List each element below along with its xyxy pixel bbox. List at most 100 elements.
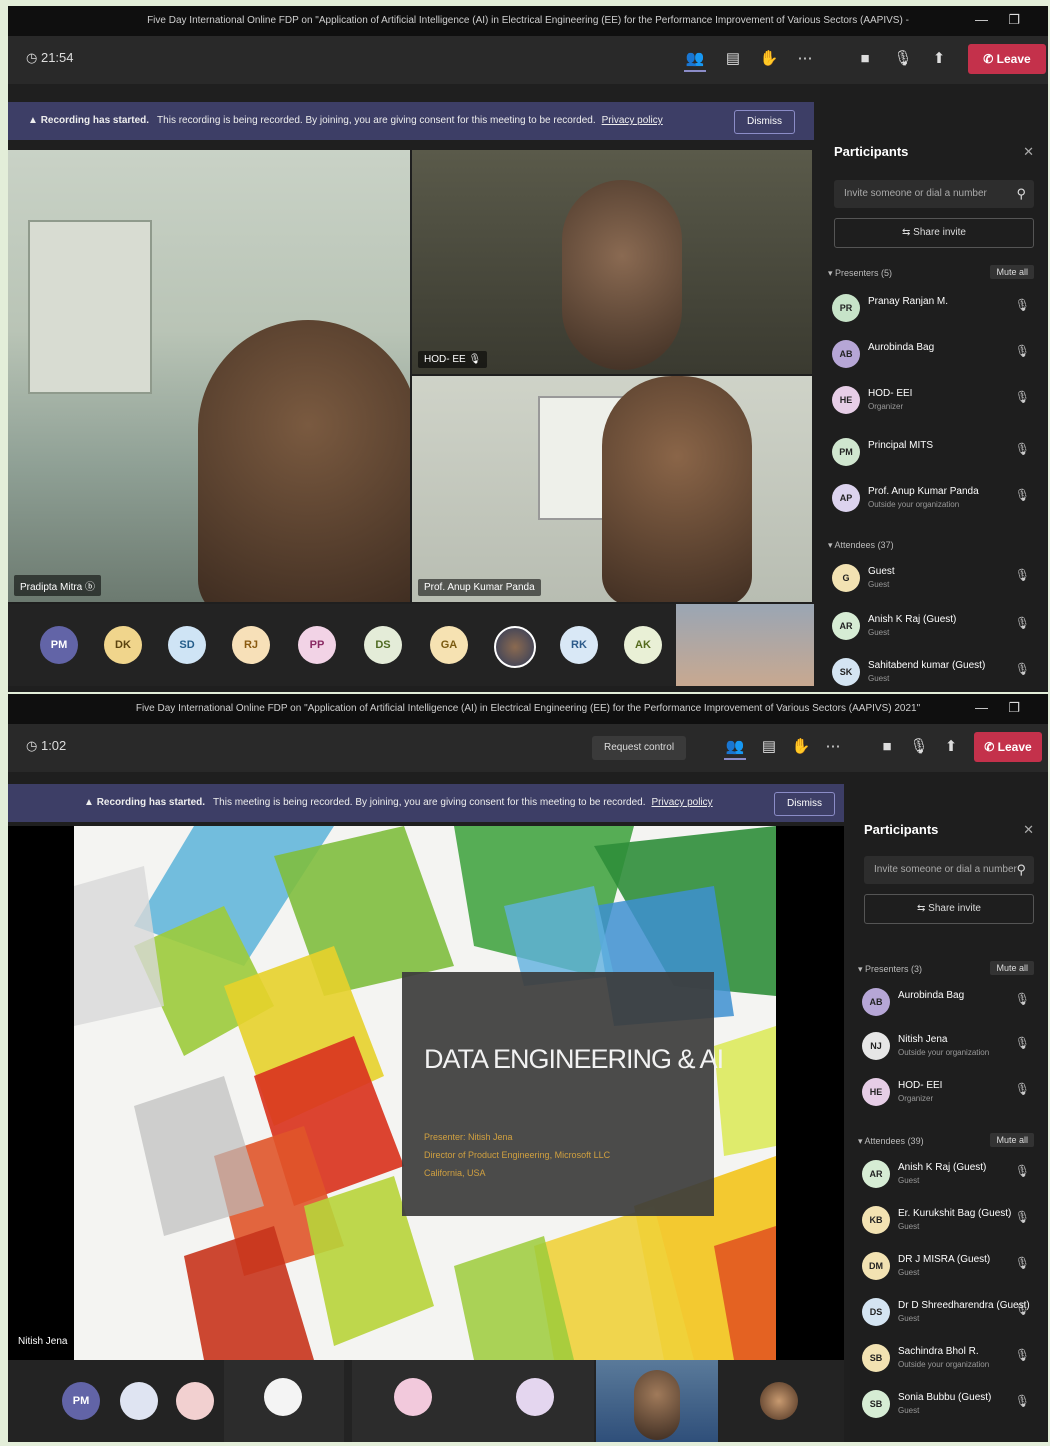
participant-row[interactable]: KB Er. Kurukshit Bag (Guest) Guest 🎙: [862, 1202, 1034, 1242]
participant-video-tile[interactable]: [352, 1360, 478, 1442]
dismiss-button[interactable]: Dismiss: [774, 792, 835, 816]
raise-hand-icon[interactable]: ✋: [758, 48, 780, 70]
participant-row[interactable]: HE HOD- EEI Organizer 🎙: [832, 382, 1034, 422]
participant-avatar[interactable]: PM: [62, 1382, 100, 1420]
participants-icon[interactable]: 👥: [724, 736, 746, 760]
microphone-icon: 🎙: [1014, 1348, 1030, 1362]
participant-avatar: SB: [862, 1390, 890, 1418]
participant-avatar: DS: [862, 1298, 890, 1326]
participant-row[interactable]: AP Prof. Anup Kumar Panda Outside your o…: [832, 480, 1034, 520]
window-title: Five Day International Online FDP on "Ap…: [147, 15, 909, 26]
self-view-video[interactable]: [676, 604, 814, 686]
participant-avatar[interactable]: GA: [430, 626, 468, 664]
privacy-policy-link[interactable]: Privacy policy: [652, 797, 713, 808]
video-tile-speaker[interactable]: Pradipta Mitra ⓑ: [8, 150, 410, 602]
close-icon[interactable]: ✕: [1023, 822, 1034, 838]
dismiss-button[interactable]: Dismiss: [734, 110, 795, 134]
participant-row[interactable]: PR Pranay Ranjan M. 🎙: [832, 290, 1034, 330]
microphone-icon[interactable]: 🎙: [892, 48, 914, 70]
participant-row[interactable]: NJ Nitish Jena Outside your organization…: [862, 1028, 1034, 1068]
participant-avatar[interactable]: PP: [298, 626, 336, 664]
participant-row[interactable]: PM Principal MITS 🎙: [832, 434, 1034, 474]
attendees-section-header[interactable]: ▾ Attendees (37): [828, 540, 1034, 551]
participant-row[interactable]: AR Anish K Raj (Guest) Guest 🎙: [832, 608, 1034, 648]
participant-silhouette: [198, 320, 410, 602]
participant-row[interactable]: HE HOD- EEI Organizer 🎙: [862, 1074, 1034, 1114]
participants-panel: Participants ✕ Invite someone or dial a …: [820, 84, 1048, 692]
participant-name: HOD- EEI: [868, 388, 913, 399]
participant-avatar[interactable]: RJ: [232, 626, 270, 664]
minimize-icon[interactable]: —: [975, 12, 988, 27]
maximize-icon[interactable]: ❐: [1008, 700, 1020, 716]
slide-subtitle-line: Presenter: Nitish Jena: [424, 1132, 513, 1142]
participant-name: Er. Kurukshit Bag (Guest): [898, 1208, 1012, 1219]
mute-all-button[interactable]: Mute all: [990, 961, 1034, 975]
close-icon[interactable]: ✕: [1023, 144, 1034, 160]
participant-row[interactable]: SK Sahitabend kumar (Guest) Guest 🎙: [832, 654, 1034, 692]
leave-button[interactable]: ✆ Leave: [974, 732, 1042, 762]
microphone-icon: 🎙: [1014, 1302, 1030, 1316]
microphone-icon: 🎙: [1014, 662, 1030, 676]
presenters-section-header[interactable]: ▾ Presenters (3) Mute all: [858, 961, 1034, 975]
participants-icon[interactable]: 👥: [684, 48, 706, 72]
recording-banner: ▲ Recording has started. This recording i…: [8, 102, 814, 140]
privacy-policy-link[interactable]: Privacy policy: [602, 115, 663, 126]
attendees-section-header[interactable]: ▾ Attendees (39) Mute all: [858, 1133, 1034, 1147]
participant-avatar[interactable]: RK: [560, 626, 598, 664]
raise-hand-icon[interactable]: ✋: [790, 736, 812, 758]
self-view-video[interactable]: [596, 1360, 718, 1442]
mute-all-button[interactable]: Mute all: [990, 265, 1034, 279]
more-options-icon[interactable]: ⋯: [822, 736, 844, 758]
share-invite-button[interactable]: ⇆ Share invite: [864, 894, 1034, 924]
participant-video-tile[interactable]: [224, 1360, 344, 1442]
presenters-section-header[interactable]: ▾ Presenters (5) Mute all: [828, 265, 1034, 279]
participant-avatar: PR: [832, 294, 860, 322]
participant-role: Outside your organization: [898, 1048, 990, 1057]
share-screen-icon[interactable]: ⬆: [928, 48, 950, 70]
camera-icon[interactable]: ■: [854, 48, 876, 70]
participant-role: Guest: [898, 1176, 920, 1185]
participant-photo-avatar[interactable]: [494, 626, 536, 668]
window-titlebar: Five Day International Online FDP on "Ap…: [8, 694, 1048, 724]
participant-avatar[interactable]: DK: [104, 626, 142, 664]
participant-avatar: AP: [832, 484, 860, 512]
invite-search-input[interactable]: Invite someone or dial a number ⚲: [864, 856, 1034, 884]
microphone-icon[interactable]: 🎙: [908, 736, 930, 758]
participant-row[interactable]: AB Aurobinda Bag 🎙: [832, 336, 1034, 376]
share-invite-button[interactable]: ⇆ Share invite: [834, 218, 1034, 248]
chat-icon[interactable]: ▤: [722, 48, 744, 70]
minimize-icon[interactable]: —: [975, 700, 988, 715]
participant-row[interactable]: AR Anish K Raj (Guest) Guest 🎙: [862, 1156, 1034, 1196]
leave-button[interactable]: ✆ Leave: [968, 44, 1046, 74]
participant-row[interactable]: G Guest Guest 🎙: [832, 560, 1034, 600]
participant-name: Anish K Raj (Guest): [868, 614, 957, 625]
chat-icon[interactable]: ▤: [758, 736, 780, 758]
participant-role: Guest: [898, 1406, 920, 1415]
participant-avatar[interactable]: AK: [624, 626, 662, 664]
participant-row[interactable]: DM DR J MISRA (Guest) Guest 🎙: [862, 1248, 1034, 1288]
participant-photo-avatar[interactable]: [176, 1382, 214, 1420]
participant-row[interactable]: SB Sachindra Bhol R. Outside your organi…: [862, 1340, 1034, 1380]
participant-name: DR J MISRA (Guest): [898, 1254, 991, 1265]
camera-icon[interactable]: ■: [876, 736, 898, 758]
microphone-icon: 🎙: [1014, 1394, 1030, 1408]
shared-screen: DATA ENGINEERING & AI Presenter: Nitish …: [8, 826, 844, 1360]
video-tile-panda[interactable]: Prof. Anup Kumar Panda: [412, 376, 812, 602]
mute-all-button[interactable]: Mute all: [990, 1133, 1034, 1147]
participant-avatar[interactable]: SD: [168, 626, 206, 664]
participant-avatar[interactable]: PM: [40, 626, 78, 664]
video-tile-hod[interactable]: HOD- EE 🎙: [412, 150, 812, 374]
tile-name-label: HOD- EE 🎙: [418, 351, 488, 368]
participant-video-tile[interactable]: [478, 1360, 594, 1442]
more-options-icon[interactable]: ⋯: [794, 48, 816, 70]
participant-photo-avatar[interactable]: [760, 1382, 798, 1420]
maximize-icon[interactable]: ❐: [1008, 12, 1020, 28]
participant-row[interactable]: DS Dr D Shreedharendra (Guest) Guest 🎙: [862, 1294, 1034, 1334]
participant-row[interactable]: SB Sonia Bubbu (Guest) Guest 🎙: [862, 1386, 1034, 1426]
participant-avatar[interactable]: DS: [364, 626, 402, 664]
participant-photo-avatar[interactable]: [120, 1382, 158, 1420]
participant-row[interactable]: AB Aurobinda Bag 🎙: [862, 984, 1034, 1024]
request-control-button[interactable]: Request control: [592, 736, 687, 760]
share-screen-icon[interactable]: ⬆: [940, 736, 962, 758]
invite-search-input[interactable]: Invite someone or dial a number ⚲: [834, 180, 1034, 208]
